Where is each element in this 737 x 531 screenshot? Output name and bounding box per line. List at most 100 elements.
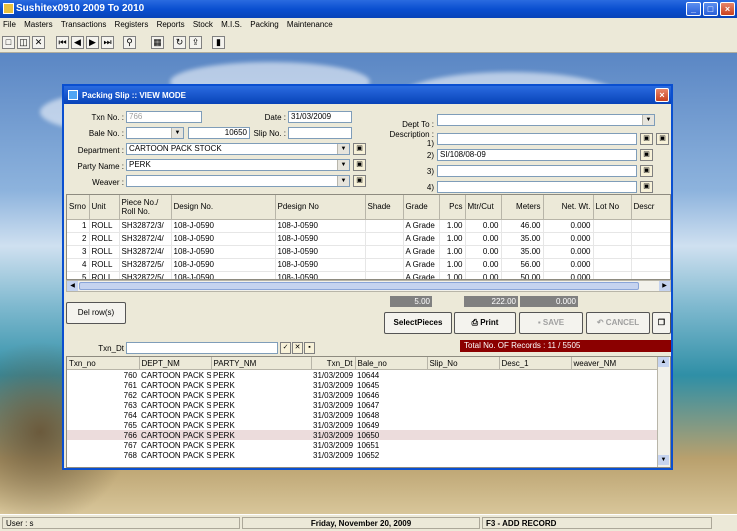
prev-record-icon[interactable]: ◀	[71, 36, 84, 49]
list-cell-desc[interactable]	[499, 420, 571, 430]
list-header-dept-nm[interactable]: DEPT_NM	[139, 357, 212, 370]
list-header-desc-1[interactable]: Desc_1	[499, 357, 572, 370]
cell-pdesign-no[interactable]: 108-J-0590	[275, 232, 366, 246]
col-header-srno[interactable]: Srno	[67, 195, 90, 220]
cell-lot-no[interactable]	[593, 232, 632, 246]
description-4-field[interactable]	[437, 181, 637, 193]
list-cell-party[interactable]: PERK	[211, 450, 311, 460]
list-row[interactable]: 762 CARTOON PACK S PERK 31/03/2009 10646	[67, 390, 659, 400]
list-header-slip-no[interactable]: Slip_No	[427, 357, 500, 370]
cell-srno[interactable]: 1	[67, 219, 90, 233]
date-field[interactable]: 31/03/2009	[288, 111, 352, 123]
grid-row[interactable]: 5 ROLL SH32872/5/108-J-0590 108-J-0590 A Gra…	[67, 271, 670, 279]
list-cell-desc[interactable]	[499, 380, 571, 390]
list-cell-dept[interactable]: CARTOON PACK S	[139, 400, 211, 410]
chevron-down-icon[interactable]: ▼	[337, 144, 349, 154]
new-icon[interactable]: □	[2, 36, 15, 49]
list-cell-slip[interactable]	[427, 380, 499, 390]
list-cell-dept[interactable]: CARTOON PACK S	[139, 390, 211, 400]
search-save-icon[interactable]: ▪	[304, 342, 315, 354]
list-cell-txn-no[interactable]: 764	[67, 410, 139, 420]
cell-meters[interactable]: 46.00	[501, 219, 544, 233]
list-header-party-nm[interactable]: PARTY_NM	[211, 357, 312, 370]
list-cell-dept[interactable]: CARTOON PACK S	[139, 420, 211, 430]
col-header-design-no[interactable]: Design No.	[171, 195, 276, 220]
cell-meters[interactable]: 35.00	[501, 245, 544, 259]
cell-pcs[interactable]: 1.00	[439, 271, 466, 279]
cell-shade[interactable]	[365, 219, 404, 233]
bale-no-field[interactable]: 10650	[188, 127, 250, 139]
cell-unit[interactable]: ROLL	[89, 219, 120, 233]
last-record-icon[interactable]: ⏭	[101, 36, 114, 49]
menu-maintenance[interactable]: Maintenance	[284, 18, 336, 29]
cell-mtr-cut[interactable]: 0.00	[465, 219, 502, 233]
list-cell-bale[interactable]: 10652	[355, 450, 427, 460]
grid-row[interactable]: 2 ROLL SH32872/4/108-J-0590 108-J-0590 A Gra…	[67, 232, 670, 246]
cell-lot-no[interactable]	[593, 245, 632, 259]
cell-net-wt[interactable]: 0.000	[543, 245, 594, 259]
find-icon[interactable]: ⚲	[123, 36, 136, 49]
list-cell-desc[interactable]	[499, 450, 571, 460]
cell-descr[interactable]	[631, 271, 670, 279]
menu-mis[interactable]: M.I.S.	[218, 18, 245, 29]
list-cell-desc[interactable]	[499, 410, 571, 420]
cell-unit[interactable]: ROLL	[89, 258, 120, 272]
copy-icon[interactable]: ❐	[652, 312, 671, 334]
list-cell-txn-no[interactable]: 767	[67, 440, 139, 450]
list-cell-txn-no[interactable]: 760	[67, 370, 139, 381]
cell-grade[interactable]: A Grade	[403, 258, 440, 272]
del-rows-button[interactable]: Del row(s)	[66, 302, 126, 324]
cell-piece-no[interactable]: SH32872/5/	[119, 258, 172, 272]
list-cell-txn-no[interactable]: 766	[67, 430, 139, 440]
list-row[interactable]: 763 CARTOON PACK S PERK 31/03/2009 10647	[67, 400, 659, 410]
list-cell-weaver[interactable]	[571, 450, 659, 460]
export-icon[interactable]: ⇪	[189, 36, 202, 49]
list-header-bale-no[interactable]: Bale_no	[355, 357, 428, 370]
list-cell-slip[interactable]	[427, 440, 499, 450]
grid-row[interactable]: 4 ROLL SH32872/5/108-J-0590 108-J-0590 A Gra…	[67, 258, 670, 272]
cell-pcs[interactable]: 1.00	[439, 258, 466, 272]
cell-descr[interactable]	[631, 245, 670, 259]
save-button[interactable]: ▪ SAVE	[519, 312, 583, 334]
cell-unit[interactable]: ROLL	[89, 271, 120, 279]
list-cell-dept[interactable]: CARTOON PACK S	[139, 380, 211, 390]
list-cell-desc[interactable]	[499, 390, 571, 400]
department-dropdown[interactable]: CARTOON PACK STOCK ▼	[126, 143, 350, 155]
cell-descr[interactable]	[631, 258, 670, 272]
menu-transactions[interactable]: Transactions	[58, 18, 110, 29]
list-header-txn-no[interactable]: Txn_no	[67, 357, 140, 370]
list-cell-party[interactable]: PERK	[211, 390, 311, 400]
grid-row[interactable]: 1 ROLL SH32872/3/108-J-0590 108-J-0590 A Gra…	[67, 219, 670, 233]
dialog-close-button[interactable]: ×	[655, 88, 669, 102]
desc-1-extra-icon[interactable]: ▣	[656, 133, 669, 145]
cell-piece-no[interactable]: SH32872/4/	[119, 245, 172, 259]
list-cell-weaver[interactable]	[571, 430, 659, 440]
chevron-down-icon[interactable]: ▼	[642, 115, 654, 125]
list-cell-date[interactable]: 31/03/2009	[311, 450, 355, 460]
col-header-grade[interactable]: Grade	[403, 195, 440, 220]
list-cell-dept[interactable]: CARTOON PACK S	[139, 450, 211, 460]
list-cell-date[interactable]: 31/03/2009	[311, 370, 355, 381]
list-cell-party[interactable]: PERK	[211, 370, 311, 381]
list-cell-dept[interactable]: CARTOON PACK S	[139, 430, 211, 440]
cell-design-no[interactable]: 108-J-0590	[171, 232, 276, 246]
cell-mtr-cut[interactable]: 0.00	[465, 232, 502, 246]
menu-file[interactable]: File	[0, 18, 19, 29]
cell-pdesign-no[interactable]: 108-J-0590	[275, 245, 366, 259]
cell-net-wt[interactable]: 0.000	[543, 219, 594, 233]
scroll-down-icon[interactable]: ▼	[658, 455, 669, 465]
menu-stock[interactable]: Stock	[190, 18, 216, 29]
cell-meters[interactable]: 50.00	[501, 271, 544, 279]
grid-horizontal-scrollbar[interactable]: ◀ ▶	[66, 280, 671, 292]
list-cell-date[interactable]: 31/03/2009	[311, 390, 355, 400]
slip-no-field[interactable]	[288, 127, 352, 139]
cell-pcs[interactable]: 1.00	[439, 245, 466, 259]
menu-masters[interactable]: Masters	[21, 18, 55, 29]
select-pieces-button[interactable]: SelectPieces	[384, 312, 452, 334]
description-1-field[interactable]	[437, 133, 637, 145]
search-input[interactable]	[126, 342, 278, 354]
list-cell-bale[interactable]: 10651	[355, 440, 427, 450]
scroll-right-icon[interactable]: ▶	[659, 281, 670, 291]
list-header-weaver-nm[interactable]: weaver_NM	[571, 357, 660, 370]
first-record-icon[interactable]: ⏮	[56, 36, 69, 49]
